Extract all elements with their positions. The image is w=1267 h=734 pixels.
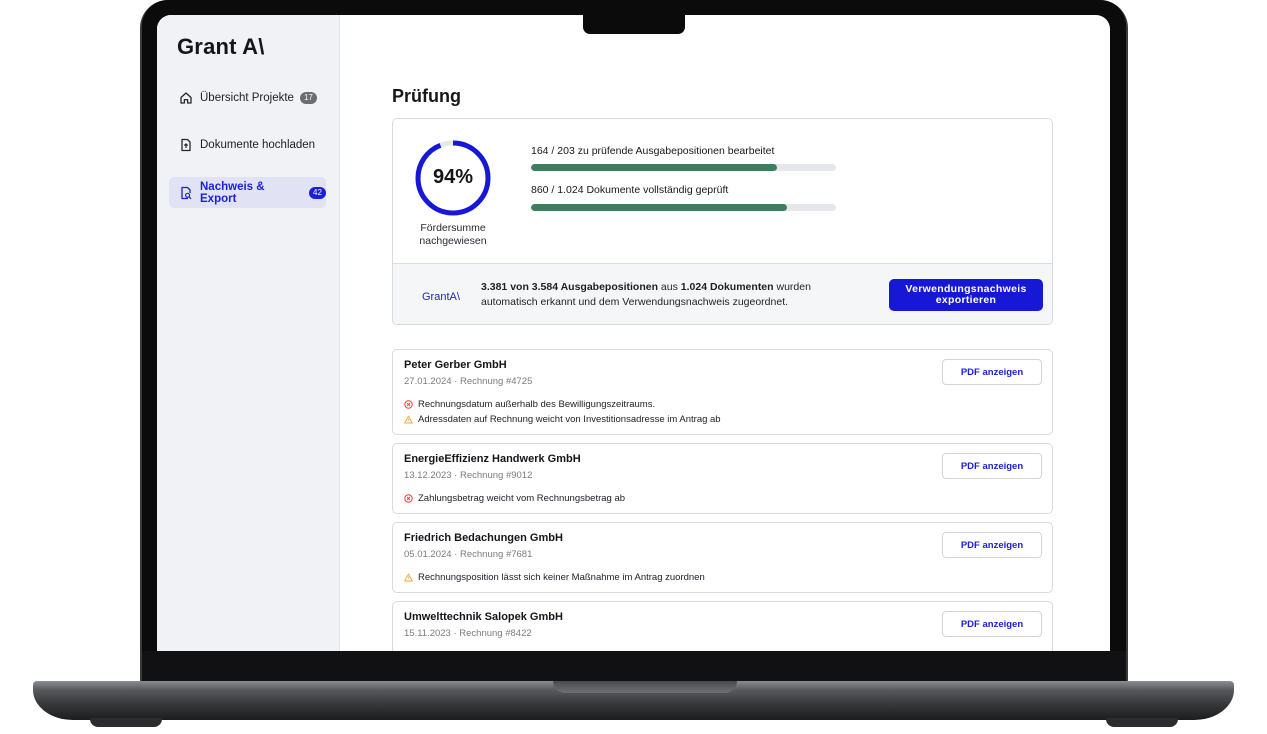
metric-label-documents: 860 / 1.024 Dokumente vollständig geprüf… bbox=[531, 184, 729, 196]
laptop-bottom-bezel bbox=[142, 651, 1126, 684]
laptop-hinge-notch bbox=[553, 681, 737, 693]
main-content: Prüfung 94% Fördersumme nachgewiesen 164… bbox=[340, 15, 1110, 651]
sidebar-item-label: Dokumente hochladen bbox=[200, 138, 316, 151]
document-search-icon bbox=[179, 186, 193, 200]
issue-text: Zahlungsbetrag weicht vom Rechnungsbetra… bbox=[418, 493, 626, 504]
percent-value: 94% bbox=[432, 166, 474, 188]
progress-fill bbox=[531, 164, 778, 171]
warning-icon bbox=[404, 573, 413, 582]
pdf-view-button[interactable]: PDF anzeigen bbox=[942, 532, 1042, 558]
vendor-name: Friedrich Bedachungen GmbH bbox=[404, 532, 563, 544]
progress-fill bbox=[531, 204, 788, 211]
sidebar-item-label: Übersicht Projekte bbox=[200, 91, 294, 104]
summary-logo: GrantA\ bbox=[422, 291, 460, 303]
laptop-mockup: Grant A\ Übersicht Projekte 17 Dokumente… bbox=[0, 0, 1267, 734]
pdf-view-button[interactable]: PDF anzeigen bbox=[942, 359, 1042, 385]
vendor-name: Peter Gerber GmbH bbox=[404, 359, 507, 371]
invoice-meta: 05.01.2024 · Rechnung #7681 bbox=[404, 549, 533, 560]
sidebar-item-label: Nachweis & Export bbox=[200, 180, 265, 205]
summary-bar: GrantA\ 3.381 von 3.584 Ausgabepositione… bbox=[393, 263, 1052, 324]
progress-bar-positions bbox=[531, 164, 836, 171]
count-badge: 42 bbox=[309, 186, 326, 199]
count-badge: 17 bbox=[299, 91, 317, 104]
error-icon bbox=[404, 400, 413, 409]
warning-icon bbox=[404, 415, 413, 424]
upload-document-icon bbox=[179, 138, 193, 152]
issue-item: Rechnungsposition lässt sich keiner Maßn… bbox=[404, 572, 705, 583]
invoice-meta: 27.01.2024 · Rechnung #4725 bbox=[404, 376, 533, 387]
invoice-card: EnergieEffizienz Handwerk GmbH 13.12.202… bbox=[392, 443, 1053, 514]
invoice-card: Umwelttechnik Salopek GmbH 15.11.2023 · … bbox=[392, 601, 1053, 651]
vendor-name: Umwelttechnik Salopek GmbH bbox=[404, 611, 563, 623]
review-stats-card: 94% Fördersumme nachgewiesen 164 / 203 z… bbox=[392, 118, 1053, 325]
invoice-card: Peter Gerber GmbH 27.01.2024 · Rechnung … bbox=[392, 349, 1053, 435]
sidebar-item-export[interactable]: Nachweis & Export 42 bbox=[169, 177, 326, 208]
invoice-card: Friedrich Bedachungen GmbH 05.01.2024 · … bbox=[392, 522, 1053, 593]
progress-bar-documents bbox=[531, 204, 836, 211]
summary-positions: 3.381 von 3.584 Ausgabepositionen bbox=[481, 281, 659, 293]
issue-item: Zahlungsbetrag weicht vom Rechnungsbetra… bbox=[404, 493, 625, 504]
pdf-view-button[interactable]: PDF anzeigen bbox=[942, 611, 1042, 637]
sidebar: Grant A\ Übersicht Projekte 17 Dokumente… bbox=[157, 15, 340, 651]
sidebar-item-upload[interactable]: Dokumente hochladen bbox=[169, 129, 326, 160]
app-screen: Grant A\ Übersicht Projekte 17 Dokumente… bbox=[157, 15, 1110, 651]
page-title: Prüfung bbox=[392, 86, 461, 106]
camera-notch bbox=[583, 15, 685, 34]
sidebar-item-projects[interactable]: Übersicht Projekte 17 bbox=[169, 82, 326, 113]
pdf-view-button[interactable]: PDF anzeigen bbox=[942, 453, 1042, 479]
laptop-foot-left bbox=[90, 718, 162, 727]
summary-documents: 1.024 Dokumenten bbox=[680, 281, 774, 293]
summary-connector: aus bbox=[658, 281, 681, 293]
issue-item: Adressdaten auf Rechnung weicht von Inve… bbox=[404, 414, 721, 425]
invoice-meta: 13.12.2023 · Rechnung #9012 bbox=[404, 470, 533, 481]
metric-label-positions: 164 / 203 zu prüfende Ausgabepositionen … bbox=[531, 145, 775, 157]
issue-text: Rechnungsposition lässt sich keiner Maßn… bbox=[418, 572, 705, 583]
home-icon bbox=[179, 91, 193, 105]
issue-text: Adressdaten auf Rechnung weicht von Inve… bbox=[418, 414, 721, 425]
issue-item: Rechnungsdatum außerhalb des Bewilligung… bbox=[404, 399, 655, 410]
invoice-meta: 15.11.2023 · Rechnung #8422 bbox=[404, 628, 532, 639]
laptop-foot-right bbox=[1106, 718, 1178, 727]
error-icon bbox=[404, 494, 413, 503]
vendor-name: EnergieEffizienz Handwerk GmbH bbox=[404, 453, 581, 465]
issue-text: Rechnungsdatum außerhalb des Bewilligung… bbox=[418, 399, 656, 410]
percent-caption: Fördersumme nachgewiesen bbox=[419, 222, 487, 247]
export-button[interactable]: Verwendungsnachweis exportieren bbox=[889, 279, 1043, 311]
app-logo[interactable]: Grant A\ bbox=[177, 34, 265, 60]
summary-text: 3.381 von 3.584 Ausgabepositionen aus 1.… bbox=[481, 280, 853, 310]
